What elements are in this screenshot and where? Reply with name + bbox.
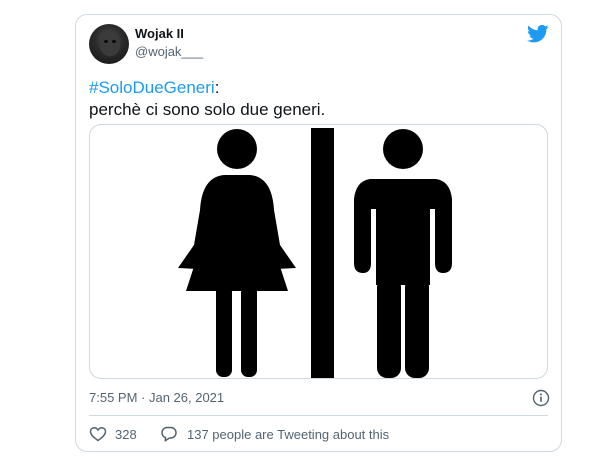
man-figure bbox=[354, 129, 452, 378]
avatar-eye-left bbox=[104, 40, 108, 43]
tweet-text-line-1: #SoloDueGeneri: bbox=[89, 77, 325, 99]
author-handle[interactable]: @wojak___ bbox=[135, 44, 203, 59]
center-divider-bar bbox=[311, 128, 334, 378]
discussion-link[interactable]: 137 people are Tweeting about this bbox=[187, 427, 389, 442]
hashtag-suffix: : bbox=[214, 78, 220, 97]
restroom-sign-illustration bbox=[178, 128, 452, 378]
like-count[interactable]: 328 bbox=[115, 427, 137, 442]
woman-figure bbox=[178, 129, 296, 377]
avatar-eye-right bbox=[112, 40, 116, 43]
tweet-card[interactable]: Wojak II @wojak___ #SoloDueGeneri: perch… bbox=[75, 14, 562, 452]
hashtag-link[interactable]: #SoloDueGeneri bbox=[89, 78, 215, 97]
tweet-text-line-2: perchè ci sono solo due generi. bbox=[89, 100, 326, 119]
info-icon[interactable] bbox=[532, 389, 550, 407]
author-display-name[interactable]: Wojak II bbox=[135, 26, 184, 41]
twitter-bird-icon[interactable] bbox=[527, 24, 549, 44]
tweet-timestamp[interactable]: 7:55 PM · Jan 26, 2021 bbox=[89, 390, 224, 405]
divider bbox=[89, 415, 548, 416]
heart-icon[interactable] bbox=[89, 425, 107, 443]
avatar-face bbox=[100, 32, 120, 56]
comment-bubble-icon[interactable] bbox=[160, 425, 178, 443]
tweet-text: #SoloDueGeneri: perchè ci sono solo due … bbox=[89, 77, 325, 121]
tweet-media-image[interactable] bbox=[89, 124, 548, 379]
avatar[interactable] bbox=[89, 24, 129, 64]
